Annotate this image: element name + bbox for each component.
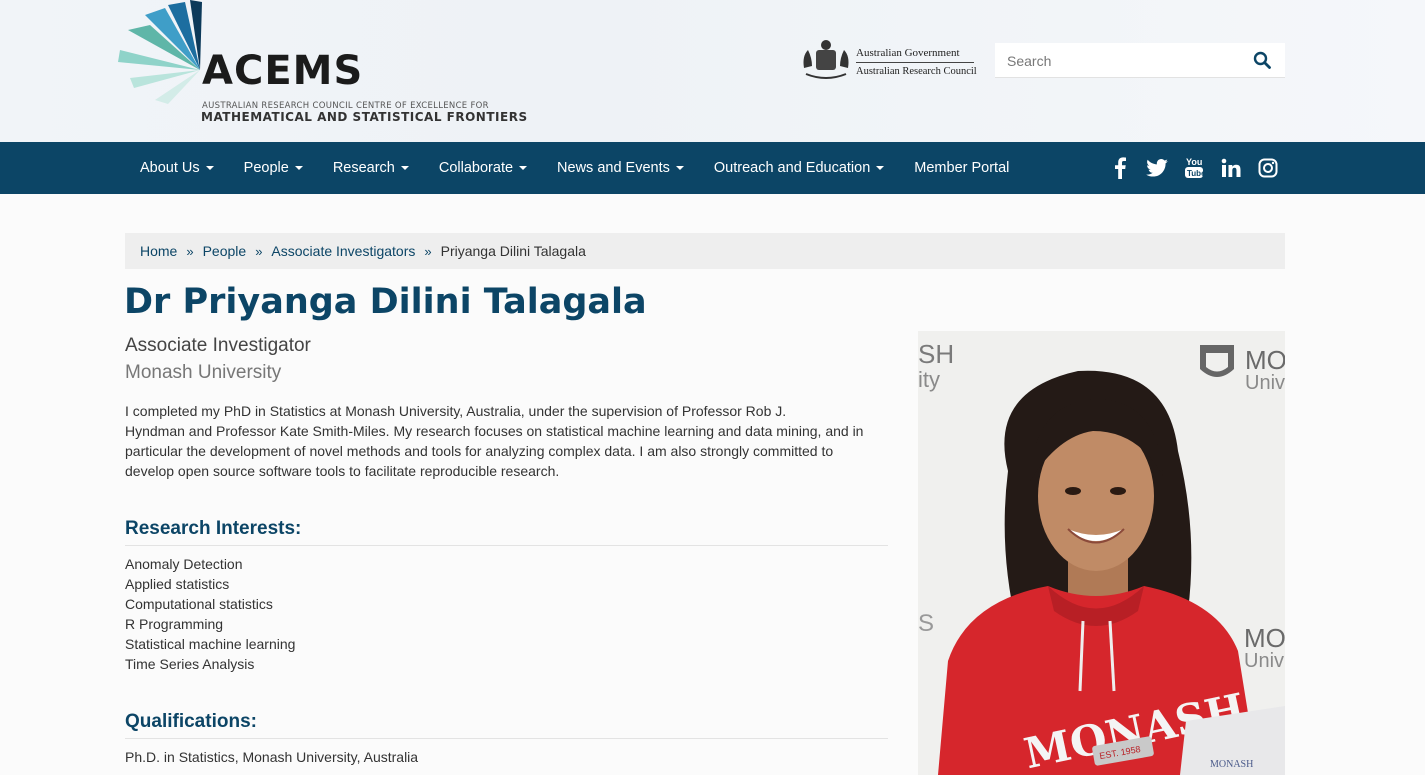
research-interests-list: Anomaly Detection Applied statistics Com… (125, 554, 295, 674)
gov-divider (856, 62, 974, 63)
facebook-icon[interactable] (1108, 156, 1132, 180)
youtube-icon[interactable]: You Tube (1182, 156, 1206, 180)
profile-role: Associate Investigator (125, 335, 311, 356)
list-item: Anomaly Detection (125, 556, 243, 572)
svg-text:Tube: Tube (1187, 169, 1204, 178)
twitter-icon[interactable] (1145, 156, 1169, 180)
breadcrumb-current: Priyanga Dilini Talagala (440, 243, 586, 259)
nav-item-collaborate[interactable]: Collaborate (424, 142, 542, 194)
list-item: Statistical machine learning (125, 636, 296, 652)
site-header: ACEMS AUSTRALIAN RESEARCH COUNCIL CENTRE… (0, 0, 1425, 142)
coat-of-arms-icon (803, 40, 849, 79)
research-interests-heading: Research Interests: (125, 518, 302, 539)
breadcrumb-home[interactable]: Home (140, 243, 177, 259)
photo-backdrop-text: MO (1244, 623, 1285, 653)
nav-label: Member Portal (914, 160, 1010, 176)
nav-item-member-portal[interactable]: Member Portal (899, 142, 1024, 194)
nav-item-outreach-and-education[interactable]: Outreach and Education (699, 142, 899, 194)
photo-backdrop-text: Univ (1244, 650, 1284, 672)
breadcrumb-separator: » (186, 243, 194, 259)
search-icon[interactable] (1253, 51, 1273, 71)
nav-item-news-and-events[interactable]: News and Events (542, 142, 699, 194)
nav-label: Research (332, 160, 395, 176)
breadcrumb-associate-investigators[interactable]: Associate Investigators (271, 243, 415, 259)
list-item: Computational statistics (125, 596, 273, 612)
list-item: R Programming (125, 616, 224, 632)
profile-bio: I completed my PhD in Statistics at Mona… (125, 401, 885, 481)
page-title: Dr Priyanga Dilini Talagala (124, 282, 647, 322)
photo-folder-text: MONASH (1210, 759, 1253, 770)
qualifications-heading: Qualifications: (125, 711, 257, 732)
photo-backdrop-text: Univ (1245, 372, 1285, 394)
nav-item-about-us[interactable]: About Us (125, 142, 229, 194)
caret-down-icon (876, 166, 885, 170)
caret-down-icon (400, 166, 409, 170)
photo-backdrop-text: MO (1245, 345, 1285, 375)
social-links: You Tube (1108, 156, 1280, 182)
nav-menu: About Us People Research Collaborate New… (125, 142, 1024, 194)
svg-text:You: You (1186, 157, 1202, 167)
breadcrumb: Home » People » Associate Investigators … (125, 233, 1285, 269)
list-item: Applied statistics (125, 576, 230, 592)
nav-item-people[interactable]: People (229, 142, 318, 194)
logo-subtitle-2: MATHEMATICAL AND STATISTICAL FRONTIERS (201, 110, 528, 124)
breadcrumb-people[interactable]: People (203, 243, 247, 259)
nav-label: News and Events (557, 160, 670, 176)
bio-line: I completed my PhD in Statistics at Mona… (125, 403, 787, 419)
logo-wordmark: ACEMS (202, 48, 364, 94)
breadcrumb-separator: » (255, 243, 263, 259)
nav-label: People (243, 160, 289, 176)
nav-label: Outreach and Education (713, 160, 871, 176)
profile-photo: SH ity MO Univ MO Univ S MONASH EST. 195… (918, 331, 1285, 775)
caret-down-icon (294, 166, 303, 170)
monash-crest-icon (1200, 345, 1234, 377)
gov-line-1: Australian Government (856, 47, 960, 59)
nav-label: About Us (140, 160, 200, 176)
photo-backdrop-text: ity (918, 367, 940, 392)
acems-logo[interactable]: ACEMS AUSTRALIAN RESEARCH COUNCIL CENTRE… (110, 0, 527, 130)
main-nav: About Us People Research Collaborate New… (0, 142, 1425, 194)
list-item: Time Series Analysis (125, 656, 255, 672)
nav-label: Collaborate (438, 160, 514, 176)
photo-backdrop-text: SH (918, 339, 954, 369)
svg-text:S: S (918, 610, 934, 637)
gov-line-2: Australian Research Council (856, 66, 977, 77)
bio-line: Hyndman and Professor Kate Smith-Miles. … (125, 423, 864, 439)
profile-institution: Monash University (125, 362, 282, 383)
nav-item-research[interactable]: Research (318, 142, 424, 194)
caret-down-icon (675, 166, 684, 170)
instagram-icon[interactable] (1256, 156, 1280, 180)
linkedin-icon[interactable] (1219, 156, 1243, 180)
search-box (995, 43, 1285, 78)
breadcrumb-separator: » (424, 243, 432, 259)
government-logo[interactable]: Australian Government Australian Researc… (798, 38, 978, 82)
caret-down-icon (519, 166, 528, 170)
caret-down-icon (205, 166, 214, 170)
bio-line: develop open source software tools to fa… (125, 463, 560, 479)
section-divider (125, 738, 888, 739)
qualification-item: Ph.D. in Statistics, Monash University, … (125, 749, 419, 765)
bio-line: particular the development of novel meth… (125, 443, 834, 459)
search-input[interactable] (995, 43, 1245, 78)
section-divider (125, 545, 888, 546)
